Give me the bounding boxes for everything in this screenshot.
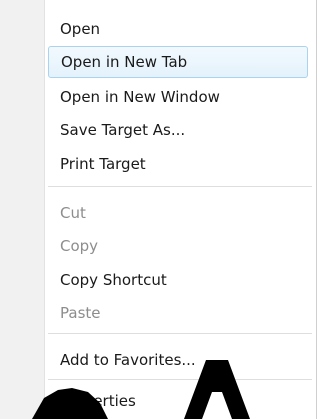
menu-item-save-target-as[interactable]: Save Target As...: [46, 114, 312, 146]
menu-item-label: Properties: [60, 392, 136, 410]
menu-item-label: Save Target As...: [60, 121, 186, 139]
menu-item-label: Print Target: [60, 155, 146, 173]
menu-item-paste: Paste: [46, 297, 312, 329]
menu-item-open[interactable]: Open: [46, 13, 312, 45]
menu-item-label: Add to Favorites...: [60, 351, 196, 369]
menu-item-add-to-favorites[interactable]: Add to Favorites...: [46, 344, 312, 376]
menu-separator: [48, 379, 312, 381]
menu-item-label: Open: [60, 20, 101, 38]
menu-item-open-in-new-window[interactable]: Open in New Window: [46, 81, 312, 113]
menu-right-border: [316, 0, 317, 419]
menu-item-label: Open in New Tab: [61, 53, 188, 71]
screenshot-stage: Open Open in New Tab Open in New Window …: [0, 0, 317, 419]
menu-item-print-target[interactable]: Print Target: [46, 148, 312, 180]
menu-item-properties[interactable]: Properties: [46, 385, 312, 417]
menu-separator: [48, 333, 312, 335]
menu-item-cut: Cut: [46, 197, 312, 229]
menu-item-label: Paste: [60, 304, 101, 322]
context-menu: Open Open in New Tab Open in New Window …: [0, 0, 317, 419]
menu-item-open-in-new-tab[interactable]: Open in New Tab: [48, 46, 308, 78]
menu-item-copy: Copy: [46, 230, 312, 262]
menu-separator: [48, 186, 312, 188]
menu-item-label: Copy Shortcut: [60, 271, 167, 289]
menu-icon-gutter: [0, 0, 44, 419]
menu-item-label: Cut: [60, 204, 86, 222]
menu-item-label: Open in New Window: [60, 88, 220, 106]
menu-item-label: Copy: [60, 237, 99, 255]
menu-item-copy-shortcut[interactable]: Copy Shortcut: [46, 264, 312, 296]
